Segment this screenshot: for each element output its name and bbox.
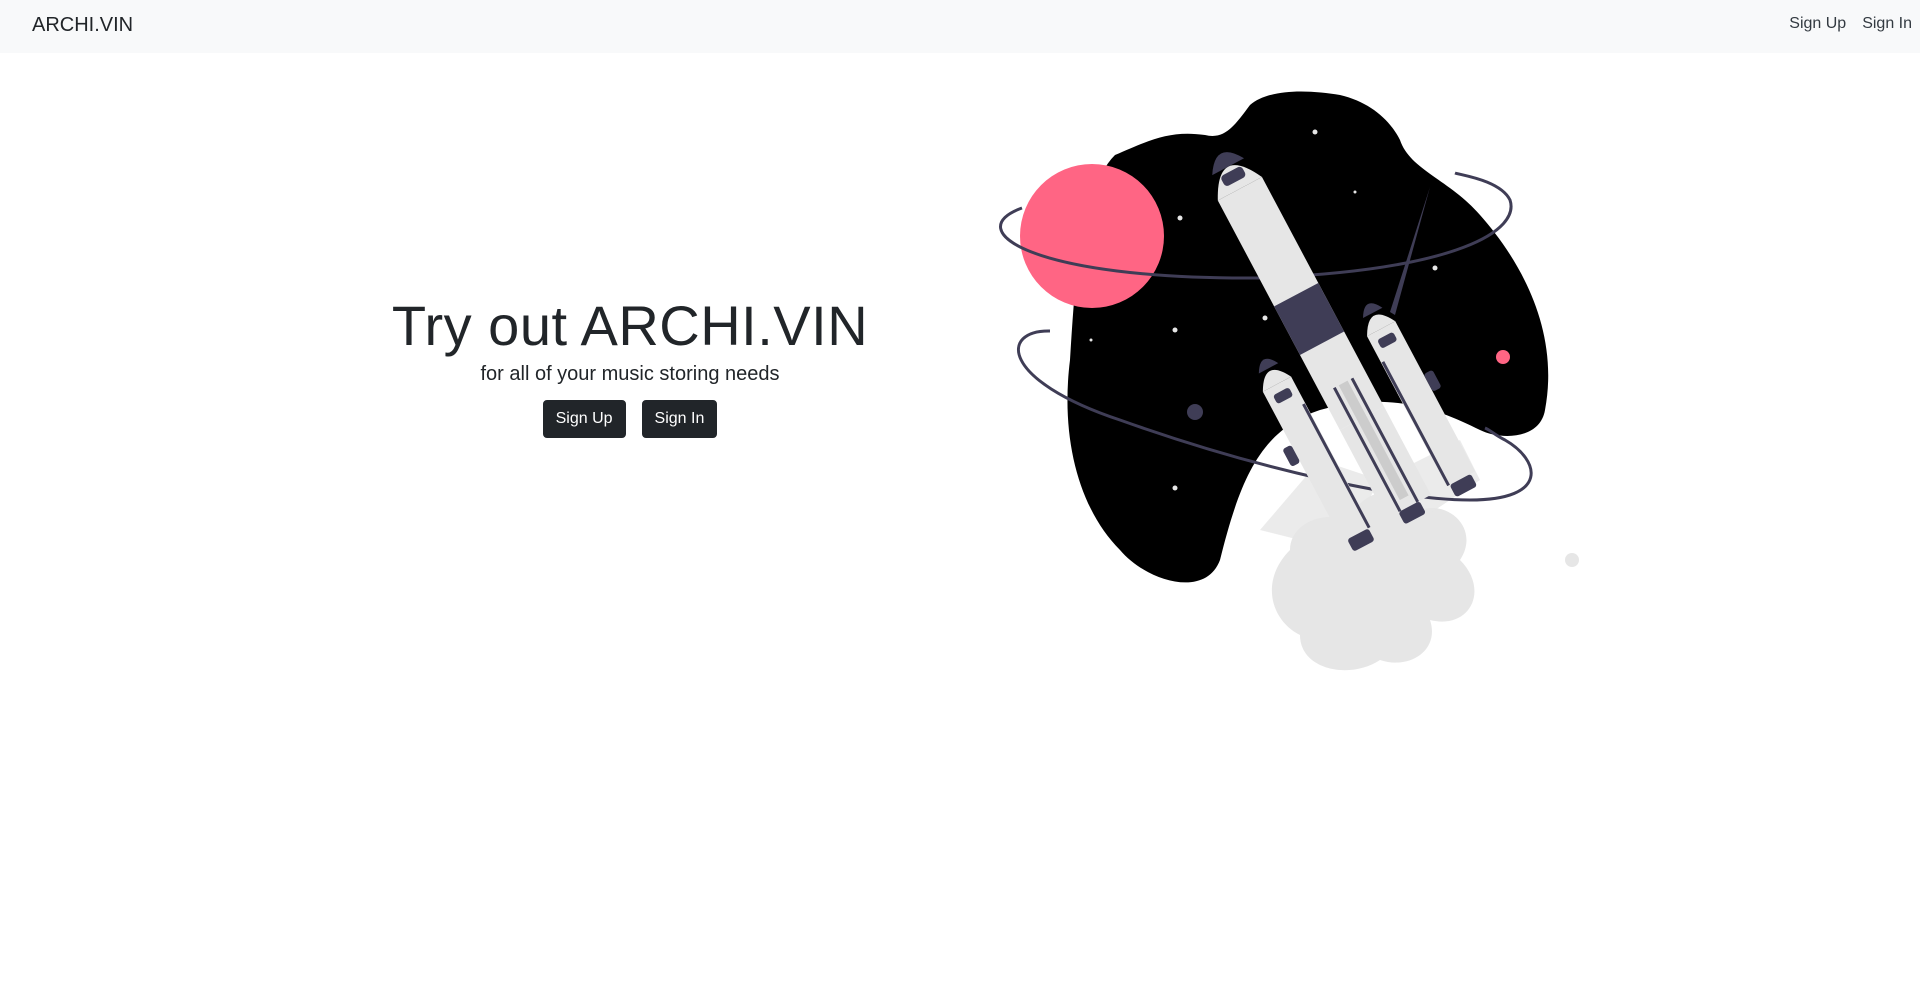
- top-navbar: ARCHI.VIN Sign Up Sign In: [0, 0, 1920, 53]
- hero-sign-in-button[interactable]: Sign In: [641, 400, 718, 439]
- nav-links: Sign Up Sign In: [1789, 15, 1912, 33]
- rocket-launch-illustration: [999, 91, 1579, 671]
- nav-sign-up-link[interactable]: Sign Up: [1789, 15, 1846, 33]
- brand-logo-link[interactable]: ARCHI.VIN: [32, 14, 133, 37]
- planet-circle: [1020, 164, 1164, 308]
- nav-sign-in-link[interactable]: Sign In: [1862, 15, 1912, 33]
- hero-sign-up-button[interactable]: Sign Up: [542, 400, 626, 439]
